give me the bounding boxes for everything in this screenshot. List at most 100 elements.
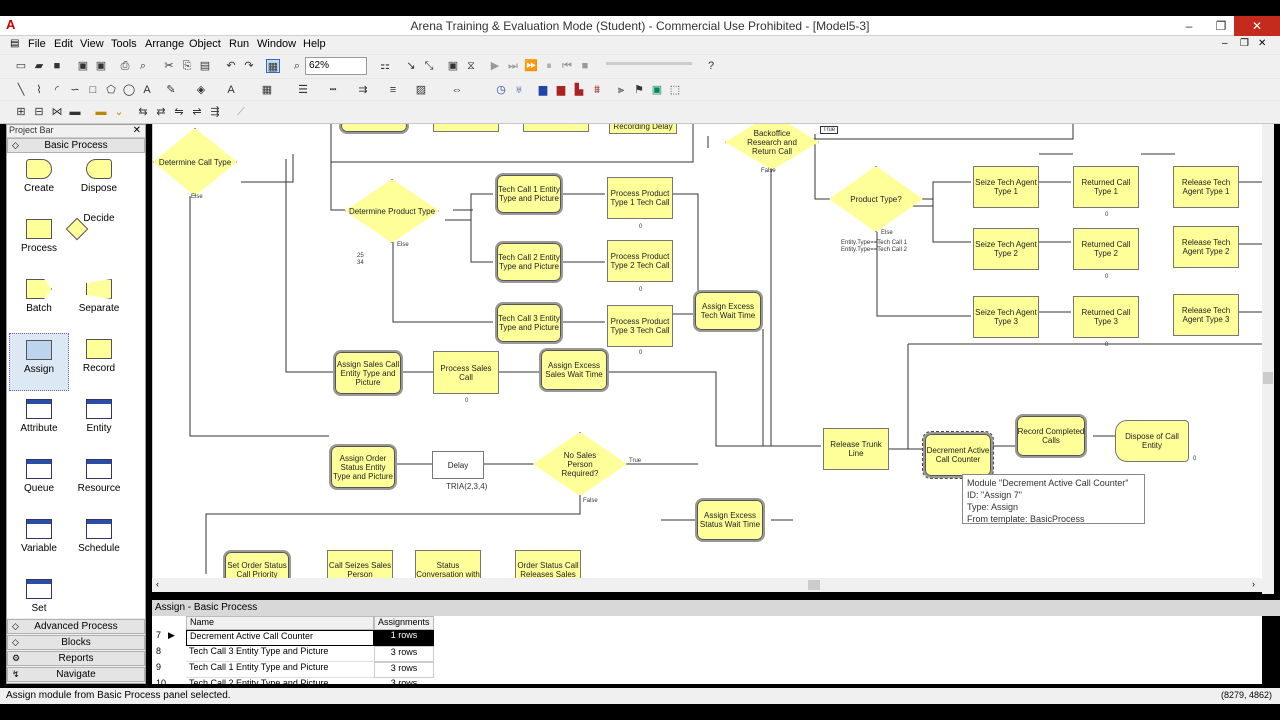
backoffice-research-decide[interactable]: Backoffice Research and Return Call xyxy=(725,124,819,170)
process-product-1[interactable]: Process Product Type 1 Tech Call xyxy=(607,177,673,219)
print-icon[interactable]: ⎙ xyxy=(118,59,132,73)
clock-icon[interactable]: ◷ xyxy=(494,83,508,97)
palette-entity[interactable]: Entity xyxy=(69,393,129,451)
palette-assign[interactable]: Assign xyxy=(9,333,69,391)
release-tech-agent-2[interactable]: Release Tech Agent Type 2 xyxy=(1173,226,1239,268)
menu-object[interactable]: Object xyxy=(189,38,221,50)
determine-call-type-decide[interactable]: Determine Call Type xyxy=(153,128,237,196)
redo-icon[interactable]: ↷ xyxy=(242,59,256,73)
speed-slider[interactable] xyxy=(606,62,692,65)
distance-icon[interactable]: ▬ xyxy=(94,105,108,119)
scroll-thumb[interactable] xyxy=(1263,372,1273,384)
fast-forward-icon[interactable]: ⏩ xyxy=(524,59,538,73)
palette-decide[interactable]: Decide xyxy=(65,213,129,271)
assign-excess-sales-wait[interactable]: Assign Excess Sales Wait Time xyxy=(539,348,609,392)
step-icon[interactable]: ⏭ xyxy=(506,59,520,73)
vertical-scrollbar[interactable] xyxy=(1262,124,1274,594)
network-icon[interactable]: ⌄ xyxy=(112,105,126,119)
seize-tech-agent-3[interactable]: Seize Tech Agent Type 3 xyxy=(973,296,1039,338)
line-color-icon[interactable]: ✎ xyxy=(164,83,178,97)
level-icon[interactable]: ▆ xyxy=(554,83,568,97)
tech-call-1-assign[interactable]: Tech Call 1 Entity Type and Picture xyxy=(495,173,563,215)
copy-icon[interactable]: ⎘ xyxy=(180,59,194,73)
recording-delay-module[interactable]: Recording Delay xyxy=(609,124,677,134)
table-cell-assignments[interactable]: 3 rows xyxy=(374,646,434,662)
promote-path-icon[interactable]: ⇆ xyxy=(136,105,150,119)
go-icon[interactable]: ▶ xyxy=(488,59,502,73)
set-order-status-priority[interactable]: Set Order Status Call Priority xyxy=(223,550,291,578)
line-width-icon[interactable]: ☰ xyxy=(296,83,310,97)
returned-call-3[interactable]: Returned Call Type 3 xyxy=(1073,296,1139,338)
fill-pattern-icon[interactable]: ▨ xyxy=(414,83,428,97)
decrement-active-call-counter[interactable]: Decrement Active Call Counter xyxy=(922,431,994,479)
fill-color-icon[interactable]: ◈ xyxy=(194,83,208,97)
animate-icon[interactable]: ▣ xyxy=(446,59,460,73)
seize-tech-agent-1[interactable]: Seize Tech Agent Type 1 xyxy=(973,166,1039,208)
window-background-icon[interactable]: ▦ xyxy=(260,83,274,97)
assign-excess-tech-wait[interactable]: Assign Excess Tech Wait Time xyxy=(693,290,763,332)
table-cell-name[interactable]: Tech Call 2 Entity Type and Picture xyxy=(186,678,374,684)
queue-icon[interactable]: ⫸ xyxy=(614,83,628,97)
palette-queue[interactable]: Queue xyxy=(9,453,69,511)
layer-visibility-icon[interactable]: ⚏ xyxy=(378,59,392,73)
segment-icon[interactable]: ▬ xyxy=(68,105,82,119)
table-cell-assignments[interactable]: 3 rows xyxy=(374,678,434,684)
route-icon[interactable]: ⋈ xyxy=(50,105,64,119)
panel-advanced-process[interactable]: ◇ Advanced Process xyxy=(7,619,145,634)
menu-view[interactable]: View xyxy=(80,38,104,50)
transporter-path-icon[interactable]: ⇶ xyxy=(208,105,222,119)
menu-file[interactable]: File xyxy=(28,38,46,50)
close-button[interactable]: ✕ xyxy=(1234,16,1280,36)
project-bar-close-icon[interactable]: ✕ xyxy=(133,125,141,136)
new-icon[interactable]: ▭ xyxy=(14,59,28,73)
col-header-assignments[interactable]: Assignments xyxy=(374,616,434,630)
palette-create[interactable]: Create xyxy=(9,153,69,211)
palette-attribute[interactable]: Attribute xyxy=(9,393,69,451)
product-type-decide[interactable]: Product Type? xyxy=(829,166,923,232)
determine-product-type-decide[interactable]: Determine Product Type xyxy=(345,179,439,243)
line-icon[interactable]: ╲ xyxy=(14,83,28,97)
call-seizes-sales-person[interactable]: Call Seizes Sales Person xyxy=(327,550,393,578)
palette-batch[interactable]: Batch xyxy=(9,273,69,331)
palette-schedule[interactable]: Schedule xyxy=(69,513,129,571)
col-header-name[interactable]: Name xyxy=(186,616,374,630)
record-completed-calls[interactable]: Record Completed Calls xyxy=(1015,414,1087,458)
palette-resource[interactable]: Resource xyxy=(69,453,129,511)
mdi-close-icon[interactable]: ✕ xyxy=(1258,38,1266,49)
panel-navigate[interactable]: ↯ Navigate xyxy=(7,667,145,682)
polyline-icon[interactable]: ⌇ xyxy=(32,83,46,97)
undo-icon[interactable]: ↶ xyxy=(224,59,238,73)
menu-window[interactable]: Window xyxy=(257,38,296,50)
menu-help[interactable]: Help xyxy=(303,38,326,50)
pause-icon[interactable]: ⏸ xyxy=(542,59,556,73)
layers-icon[interactable]: ▦ xyxy=(266,59,280,73)
table-cell-name[interactable]: Decrement Active Call Counter xyxy=(186,630,374,646)
minimize-button[interactable]: – xyxy=(1174,16,1204,36)
menu-tools[interactable]: Tools xyxy=(111,38,137,50)
assign-sales-call[interactable]: Assign Sales Call Entity Type and Pictur… xyxy=(333,350,403,396)
no-sales-person-decide[interactable]: No Sales Person Required? xyxy=(533,432,627,496)
status-conversation[interactable]: Status Conversation with xyxy=(415,550,481,578)
panel-basic-process[interactable]: ◇ Basic Process xyxy=(7,138,145,153)
seize-tech-agent-2[interactable]: Seize Tech Agent Type 2 xyxy=(973,228,1039,270)
delay-module[interactable]: Delay xyxy=(432,451,484,479)
arc-icon[interactable]: ◜ xyxy=(50,83,64,97)
document-icon[interactable]: ▤ xyxy=(10,38,19,49)
palette-record[interactable]: Record xyxy=(69,333,129,391)
menu-arrange[interactable]: Arrange xyxy=(145,38,184,50)
date-icon[interactable]: ♅ xyxy=(512,83,526,97)
template-attach-icon[interactable]: ▣ xyxy=(76,59,90,73)
arrow-style-icon[interactable]: ⇉ xyxy=(356,83,370,97)
open-icon[interactable]: ▰ xyxy=(32,59,46,73)
seize-icon[interactable]: ⇋ xyxy=(172,105,186,119)
release-tech-agent-3[interactable]: Release Tech Agent Type 3 xyxy=(1173,294,1239,336)
smart-connect-icon[interactable]: ⤡ xyxy=(422,59,436,73)
start-over-icon[interactable]: ⏮ xyxy=(560,59,574,73)
horizontal-scrollbar[interactable]: ‹ › xyxy=(152,578,1262,592)
box-icon[interactable]: □ xyxy=(86,83,100,97)
table-cell-name[interactable]: Tech Call 1 Entity Type and Picture xyxy=(186,662,374,678)
palette-dispose[interactable]: Dispose xyxy=(69,153,129,211)
assign-excess-status-wait[interactable]: Assign Excess Status Wait Time xyxy=(695,498,765,542)
process-module-partial[interactable] xyxy=(523,124,589,132)
returned-call-1[interactable]: Returned Call Type 1 xyxy=(1073,166,1139,208)
